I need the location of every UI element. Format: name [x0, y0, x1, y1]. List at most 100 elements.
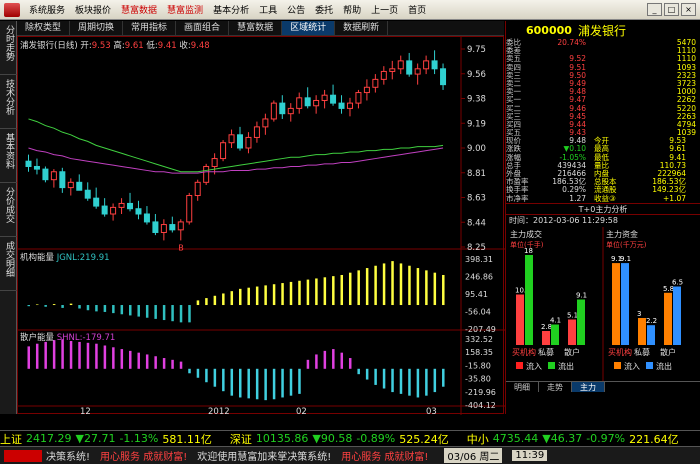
ticker-name-0: 上证 [0, 432, 22, 446]
jgnl-bar-37 [340, 274, 344, 306]
ticker-p-2: -0.97% [586, 432, 626, 445]
menu-item-2[interactable]: 慧富数据 [121, 6, 157, 16]
ticker-a-0: 581.11亿 [162, 432, 212, 446]
menu-item-4[interactable]: 基本分析 [213, 6, 249, 16]
ticker-p-1: -0.89% [356, 432, 396, 445]
jgnl-bar-48 [433, 272, 437, 306]
shnl-bar-39 [357, 368, 360, 375]
candle-20 [194, 181, 201, 197]
bottom-tab-1[interactable]: 走势 [539, 381, 572, 392]
menu-item-0[interactable]: 系统服务 [29, 6, 65, 16]
right-val-5: 6.5 [672, 278, 683, 286]
close-icon[interactable]: × [681, 3, 696, 16]
shnl-bar-23 [222, 368, 225, 392]
menu-item-3[interactable]: 慧富监测 [167, 6, 203, 16]
legend-label-0: 流入 [526, 361, 542, 371]
ticker-d-0: ▼27.71 [75, 432, 116, 445]
jgnl-bar-16 [162, 305, 166, 321]
toolbar-item-1[interactable]: 周期切换 [70, 21, 124, 35]
chart-area: 9.75 9.56 9.38 9.19 9.00 8.81 8.63 8.44 8.25 398.… [17, 36, 505, 417]
jgnl-bar-32 [298, 280, 301, 306]
jgnl-bar-30 [281, 283, 284, 306]
ma-line-purple [28, 147, 444, 174]
toolbar-item-4[interactable]: 慧富数据 [229, 21, 283, 35]
jgnl-bar-47 [425, 270, 428, 306]
candle-31 [287, 107, 294, 115]
quote-row-8: 买二 9.46 5220 [506, 104, 700, 113]
chart-toolbar: 除权类型 周期切换 常用指标 画面组合 慧富数据 区域统计 数据刷新 [17, 21, 504, 36]
jgnl-bar-15 [154, 305, 157, 319]
candle-14 [143, 213, 150, 223]
toolbar-item-0[interactable]: 除权类型 [17, 21, 71, 35]
candle-6 [76, 181, 83, 191]
candle-39 [355, 92, 362, 104]
shnl-bar-10 [112, 347, 115, 369]
toolbar-item-3[interactable]: 画面组合 [176, 21, 230, 35]
jgnl-bar-27 [255, 286, 259, 306]
shnl-tick-3: -35.80 [465, 375, 491, 384]
left-bar-0 [516, 294, 524, 345]
menu-item-8[interactable]: 帮助 [343, 6, 361, 16]
jgnl-bar-49 [442, 274, 445, 306]
quote-row-1: 委差 1110 [506, 46, 700, 55]
bar-label-left-0: 买机构 [512, 347, 536, 357]
candle-24 [228, 134, 235, 144]
bottom-tab-0[interactable]: 明细 [506, 381, 539, 392]
status-item-3: 用心服务 成就财富! [341, 452, 429, 463]
jgnl-bar-7 [86, 305, 90, 311]
main-capital-chart: 主力成交 主力资金单位(千手) 单位(千万元)10.1182.84.15.19.19… [510, 226, 683, 381]
jgnl-bar-5 [69, 303, 73, 306]
t0-button[interactable]: T+0主力分析 [506, 202, 700, 215]
shnl-bar-16 [162, 358, 166, 369]
jgnl-bar-28 [264, 285, 267, 306]
maximize-icon[interactable]: □ [664, 3, 679, 16]
minimize-icon[interactable]: _ [647, 3, 662, 16]
shnl-bar-1 [35, 343, 39, 369]
candle-33 [304, 97, 311, 107]
menu-bar: 系统服务 板块报价 慧富数据 慧富监测 基本分析 工具 公告 委托 帮助 上一页 首页 [24, 3, 431, 16]
menu-item-10[interactable]: 首页 [408, 6, 426, 16]
shnl-tick-2: -15.80 [465, 361, 491, 370]
candle-13 [135, 208, 142, 215]
candle-18 [177, 221, 184, 231]
shnl-tick-1: 158.35 [465, 348, 493, 357]
x-tick-0: 12 [80, 407, 91, 415]
toolbar-item-6[interactable]: 数据刷新 [335, 21, 389, 35]
left-val-1: 18 [524, 247, 533, 255]
menu-item-7[interactable]: 委托 [315, 6, 333, 16]
menu-item-6[interactable]: 公告 [287, 6, 305, 16]
title-bar: 系统服务 板块报价 慧富数据 慧富监测 基本分析 工具 公告 委托 帮助 上一页 首页 _ □ × [0, 0, 700, 20]
jgnl-bar-20 [196, 300, 200, 306]
ticker-v-2: 4735.44 [492, 432, 539, 445]
panel3-title: 散户能量 SHNL:-179.71 [20, 333, 116, 343]
bottom-tab-2[interactable]: 主力 [572, 381, 605, 392]
shnl-bar-49 [442, 368, 445, 387]
candle-41 [372, 78, 379, 88]
toolbar-item-5[interactable]: 区域统计 [282, 21, 336, 35]
shnl-bar-34 [315, 354, 318, 369]
menu-item-1[interactable]: 板块报价 [75, 6, 111, 16]
price-tick-3: 9.19 [467, 119, 486, 129]
shnl-bar-24 [230, 368, 234, 396]
shnl-bar-26 [247, 368, 250, 399]
shnl-bar-43 [391, 368, 394, 393]
right-bar-5 [673, 286, 681, 345]
menu-item-5[interactable]: 工具 [259, 6, 277, 16]
left-bar-5 [577, 299, 585, 345]
jgnl-bar-17 [171, 305, 174, 322]
candle-11 [118, 202, 125, 208]
shnl-bar-22 [213, 368, 217, 387]
quote-row-0: 委比 20.74% 5470 [506, 38, 700, 47]
jgnl-bar-29 [272, 284, 276, 306]
candle-16 [160, 224, 167, 233]
quote-row-19: 市净率 1.27 收益③ +1.07 [506, 194, 700, 203]
toolbar-item-2[interactable]: 常用指标 [123, 21, 177, 35]
price-tick-1: 9.56 [467, 70, 486, 80]
bottom-tabs: 明细 走势 主力 [506, 380, 700, 392]
menu-item-9[interactable]: 上一页 [371, 6, 398, 16]
sub-title-right: 主力资金 [606, 229, 638, 239]
candle-22 [211, 158, 218, 167]
jgnl-bar-0 [27, 305, 30, 307]
quote-row-2: 卖五 9.52 1110 [506, 55, 700, 63]
quote-row-5: 卖二 9.49 3723 [506, 79, 700, 88]
